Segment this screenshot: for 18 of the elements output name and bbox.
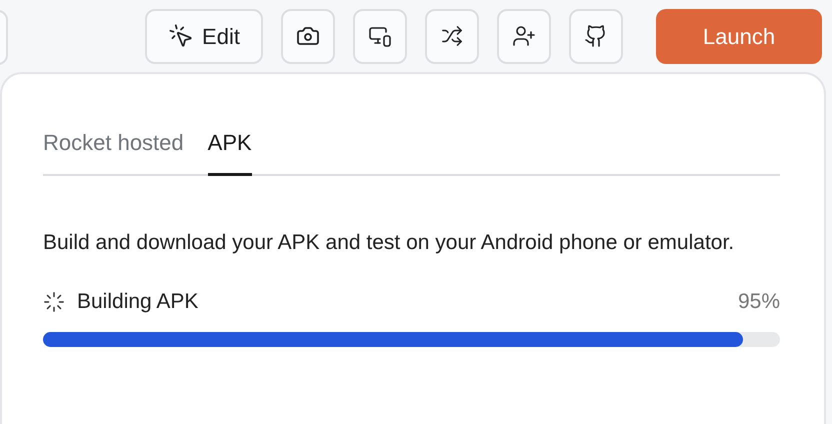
camera-icon	[296, 24, 320, 48]
add-user-button[interactable]	[497, 8, 551, 64]
tab[interactable]: APK	[208, 126, 252, 176]
description: Build and download your APK and test on your Android phone or emulator.	[43, 230, 736, 256]
devices-icon	[368, 24, 392, 48]
shuffle-icon	[441, 25, 463, 47]
add-user-icon	[512, 24, 536, 48]
edit-button[interactable]: Edit	[145, 8, 263, 64]
tab[interactable]: Rocket hosted	[43, 126, 184, 176]
spinner-icon	[43, 290, 65, 313]
devices-button[interactable]	[353, 8, 407, 64]
progress-reading: 95%	[738, 289, 780, 315]
camera-button[interactable]	[281, 8, 335, 64]
shuffle-button[interactable]	[425, 8, 479, 64]
progress-label: Building APK	[77, 289, 198, 315]
github-icon	[584, 24, 608, 48]
github-button[interactable]	[569, 8, 623, 64]
cursor-click-icon	[168, 23, 194, 49]
